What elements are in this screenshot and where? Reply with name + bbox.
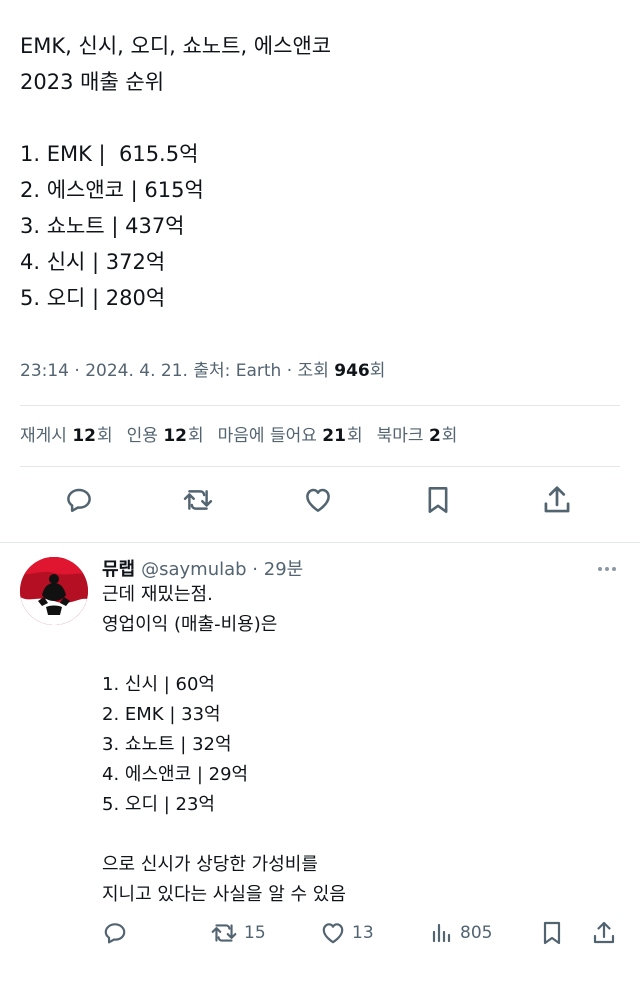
like-count: 13 <box>352 923 374 943</box>
bookmark-button[interactable] <box>418 480 458 520</box>
retweet-count: 15 <box>244 923 266 943</box>
avatar-image <box>20 557 88 625</box>
analytics-icon <box>432 923 451 943</box>
divider <box>20 466 620 467</box>
tweet-line: 4. 신시 | 372억 <box>20 250 166 274</box>
share-icon <box>544 486 570 513</box>
reply-bookmark-button[interactable] <box>540 915 564 951</box>
reply-share-button[interactable] <box>592 915 616 951</box>
tweet-line: 2. 에스앤코 | 615억 <box>20 178 204 202</box>
reply-action-bar: 15 13 805 <box>0 915 640 951</box>
author-name[interactable]: 뮤랩 <box>102 559 135 580</box>
avatar[interactable] <box>20 557 88 625</box>
reply-tweet[interactable]: 뮤랩 @saymulab · 29분 근데 재밌는점. 영업이익 (매출-비용)은… <box>0 543 640 988</box>
reply-icon <box>104 923 126 944</box>
stat-likes[interactable]: 마음에 들어요 21회 <box>218 421 363 446</box>
heart-icon <box>322 923 344 944</box>
tweet-line: 2023 매출 순위 <box>20 70 165 94</box>
like-button[interactable] <box>298 480 338 520</box>
heart-icon <box>306 488 330 512</box>
more-options-button[interactable] <box>594 559 620 579</box>
divider <box>20 405 620 406</box>
tweet-line <box>20 100 331 136</box>
author-handle-time[interactable]: @saymulab · 29분 <box>141 559 303 580</box>
reply-retweet-button[interactable]: 15 <box>210 915 266 951</box>
reply-line: 4. 에스앤코 | 29억 <box>102 764 249 785</box>
reply-line: 으로 신시가 상당한 가성비를 <box>102 854 318 875</box>
tweet-action-bar <box>0 480 640 526</box>
tweet-line: 3. 쇼노트 | 437억 <box>20 214 185 238</box>
tweet-timestamp-source[interactable]: 23:14 · 2024. 4. 21. 출처: Earth · 조회 <box>20 361 334 381</box>
view-count-suffix: 회 <box>369 361 386 381</box>
reply-line: 1. 신시 | 60억 <box>102 674 215 695</box>
reply-like-button[interactable]: 13 <box>320 915 374 951</box>
reply-line: 근데 재밌는점. <box>102 584 213 605</box>
retweet-icon <box>211 924 237 942</box>
reply-line: 3. 쇼노트 | 32억 <box>102 734 232 755</box>
reply-text: 근데 재밌는점. 영업이익 (매출-비용)은 1. 신시 | 60억 2. EM… <box>102 580 346 910</box>
reply-views-button[interactable]: 805 <box>430 915 492 951</box>
reply-line: 5. 오디 | 23억 <box>102 794 215 815</box>
view-count: 805 <box>460 923 493 943</box>
engagement-stats: 재게시 12회 인용 12회 마음에 들어요 21회 북마크 2회 <box>20 421 457 446</box>
reply-line: 지니고 있다는 사실을 알 수 있음 <box>102 884 346 905</box>
tweet-line: EMK, 신시, 오디, 쇼노트, 에스앤코 <box>20 34 332 58</box>
retweet-button[interactable] <box>178 480 218 520</box>
bookmark-icon <box>428 487 448 513</box>
tweet-meta: 23:14 · 2024. 4. 21. 출처: Earth · 조회 946회 <box>20 356 385 381</box>
tweet-text: EMK, 신시, 오디, 쇼노트, 에스앤코 2023 매출 순위 1. EMK… <box>20 28 331 316</box>
tweet-line: 1. EMK | 615.5억 <box>20 142 199 166</box>
main-tweet: EMK, 신시, 오디, 쇼노트, 에스앤코 2023 매출 순위 1. EMK… <box>0 0 640 543</box>
retweet-icon <box>183 490 213 510</box>
more-dot-icon <box>605 567 609 571</box>
reply-line <box>102 640 346 670</box>
more-dot-icon <box>598 567 602 571</box>
bookmark-icon <box>543 921 561 945</box>
reply-line <box>102 820 346 850</box>
view-count: 946 <box>334 361 370 381</box>
share-button[interactable] <box>537 480 577 520</box>
reply-reply-button[interactable] <box>102 915 128 951</box>
reply-button[interactable] <box>59 480 99 520</box>
reply-icon <box>67 488 91 512</box>
stat-reposts[interactable]: 재게시 12회 <box>20 421 113 446</box>
reply-line: 2. EMK | 33억 <box>102 704 221 725</box>
reply-line: 영업이익 (매출-비용)은 <box>102 614 278 635</box>
stat-quotes[interactable]: 인용 12회 <box>127 421 204 446</box>
share-icon <box>593 921 615 944</box>
more-dot-icon <box>612 567 616 571</box>
tweet-line: 5. 오디 | 280억 <box>20 286 166 310</box>
stat-bookmarks[interactable]: 북마크 2회 <box>377 421 458 446</box>
reply-header: 뮤랩 @saymulab · 29분 <box>102 555 303 581</box>
